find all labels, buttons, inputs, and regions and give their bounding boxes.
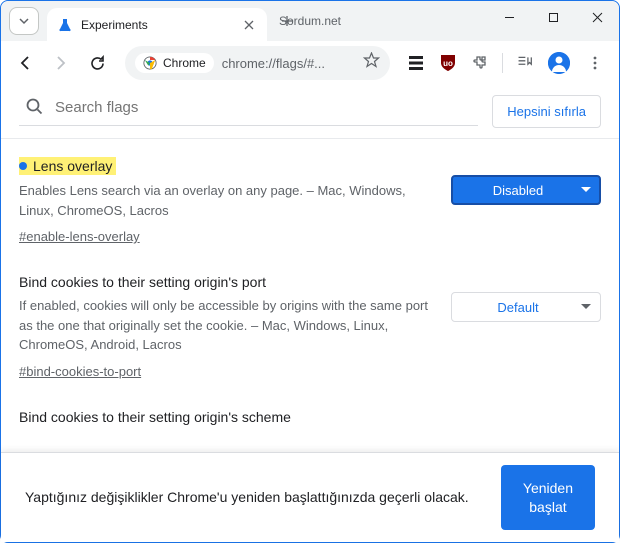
forward-button[interactable] [45,47,77,79]
flag-title: Bind cookies to their setting origin's s… [19,409,291,425]
maximize-button[interactable] [531,1,575,33]
browser-tab[interactable]: Experiments [47,8,267,42]
restart-bar: Yaptığınız değişiklikler Chrome'u yenide… [1,452,619,542]
extension-buffer-icon[interactable] [402,49,430,77]
flag-info: Bind cookies to their setting origin's p… [19,274,431,381]
svg-text:uo: uo [443,59,453,68]
flag-item: Lens overlay Enables Lens search via an … [1,139,619,256]
restart-message: Yaptığınız değişiklikler Chrome'u yenide… [25,487,501,508]
flag-state-select[interactable]: Disabled [451,175,601,205]
extension-ublock-icon[interactable]: uo [434,49,462,77]
flag-select-wrap: Default [451,292,601,322]
window-title: Sordum.net [279,14,341,28]
flag-hash-link[interactable]: #enable-lens-overlay [19,229,140,244]
tab-title: Experiments [81,18,233,32]
flag-select-wrap: Disabled [451,175,601,205]
window-controls [487,1,619,33]
flag-description: If enabled, cookies will only be accessi… [19,296,431,355]
flag-info: Bind cookies to their setting origin's s… [19,409,601,431]
flags-content: Lens overlay Enables Lens search via an … [1,138,619,438]
url-text: chrome://flags/#... [222,56,355,71]
bookmark-star-icon[interactable] [363,52,380,74]
chrome-logo-icon [143,56,157,70]
flag-title-text: Lens overlay [33,158,112,174]
search-icon [25,97,45,117]
menu-dots-icon[interactable] [579,47,611,79]
minimize-button[interactable] [487,1,531,33]
modified-dot-icon [19,162,27,170]
flag-item: Bind cookies to their setting origin's s… [1,391,619,439]
toolbar-divider [502,53,503,73]
window-titlebar: Experiments Sordum.net [1,1,619,41]
close-tab-icon[interactable] [241,17,257,33]
site-chip-label: Chrome [163,56,206,70]
reading-list-icon[interactable] [511,49,539,77]
flag-item: Bind cookies to their setting origin's p… [1,256,619,391]
flask-icon [57,17,73,33]
search-input[interactable] [55,99,478,116]
back-button[interactable] [9,47,41,79]
close-window-button[interactable] [575,1,619,33]
restart-button[interactable]: Yenidenbaşlat [501,465,595,529]
reset-all-button[interactable]: Hepsini sıfırla [492,95,601,128]
browser-toolbar: Chrome chrome://flags/#... uo [1,41,619,85]
reload-button[interactable] [81,47,113,79]
flag-state-select[interactable]: Default [451,292,601,322]
extensions-puzzle-icon[interactable] [466,49,494,77]
flag-title: Lens overlay [19,157,116,175]
tab-search-button[interactable] [9,7,39,35]
profile-avatar[interactable] [548,52,570,74]
flag-title: Bind cookies to their setting origin's p… [19,274,266,290]
flag-info: Lens overlay Enables Lens search via an … [19,157,431,246]
search-input-container [19,97,478,126]
site-chip[interactable]: Chrome [135,53,214,73]
flag-hash-link[interactable]: #bind-cookies-to-port [19,364,141,379]
address-bar[interactable]: Chrome chrome://flags/#... [125,46,390,80]
search-row: Hepsini sıfırla [1,85,619,138]
flag-description: Enables Lens search via an overlay on an… [19,181,431,220]
